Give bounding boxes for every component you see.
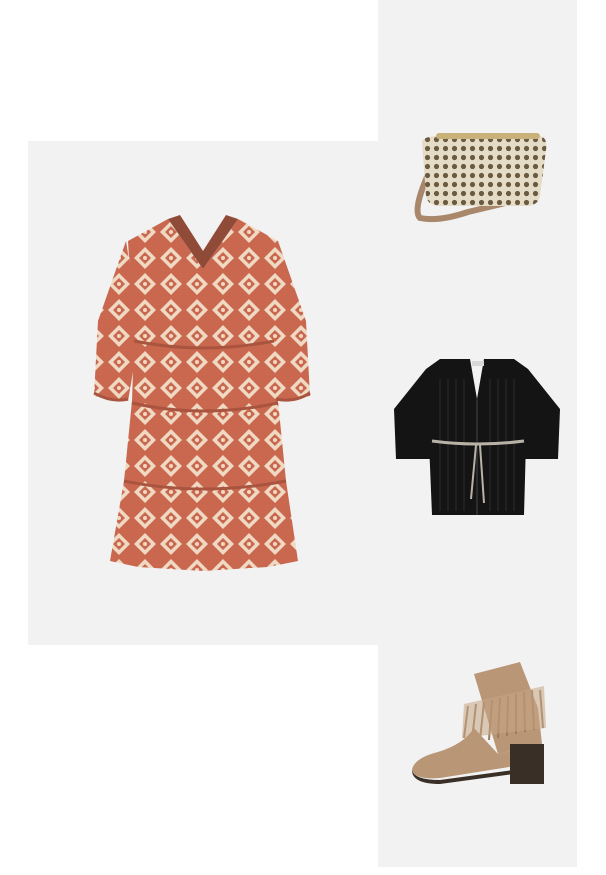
bag-image [414,133,547,223]
outfit-item-boots[interactable] [378,578,577,867]
boot-image [412,662,546,784]
outfit-item-cardigan[interactable] [378,289,577,578]
outfit-item-bag[interactable] [378,0,577,289]
dress-image [93,215,311,571]
outfit-item-dress[interactable] [28,141,378,645]
cardigan-image [394,359,560,515]
